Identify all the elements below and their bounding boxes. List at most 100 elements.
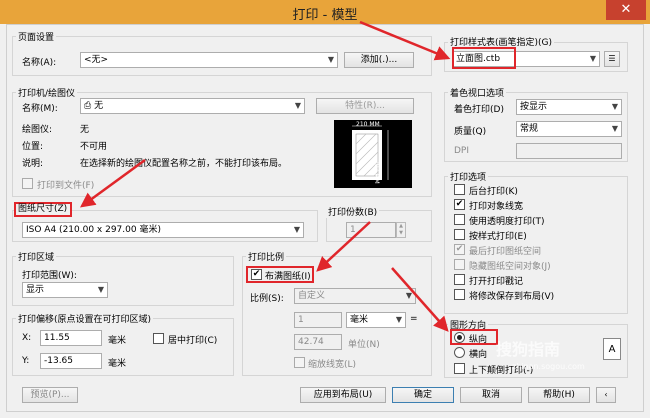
portrait-label: 纵向 [469,335,488,345]
plot-option-label: 将修改保存到布局(V) [469,292,555,302]
offset-y-unit: 毫米 [108,359,127,369]
printer-icon: ⎙ [84,101,92,111]
style-table-highlight [452,47,516,69]
shade-plot-select[interactable]: 按显示 ▼ [516,99,622,115]
orientation-preview-icon: A [603,338,621,360]
scale-unit-value: 毫米 [350,315,369,325]
edit-style-button[interactable]: ☰ [604,51,620,67]
plot-option-checkbox[interactable] [454,259,465,270]
plot-option-checkbox[interactable]: ✔ [454,199,465,210]
landscape-radio[interactable] [454,347,465,358]
fit-to-paper-label: 布满图纸(I) [265,272,311,282]
add-button[interactable]: 添加(.)... [344,52,414,68]
scale-value: 自定义 [298,291,326,301]
fit-to-paper-checkbox[interactable]: ✔ [251,269,262,280]
chevron-down-icon: ▼ [611,124,618,133]
plot-option-label: 打印对象线宽 [469,202,524,212]
cancel-button[interactable]: 取消 [460,387,522,403]
offset-x-input[interactable]: 11.55 [40,330,102,346]
collapse-button[interactable]: ‹ [596,387,616,403]
preview-button[interactable]: 预览(P)... [22,387,78,403]
chevron-left-icon: ‹ [604,390,608,399]
offset-y-input[interactable]: -13.65 [40,353,102,369]
preview-width-label: 210 MM [356,121,380,128]
copies-input[interactable]: 1 [346,222,396,238]
location-value: 不可用 [80,142,108,152]
close-button[interactable]: ✕ [606,0,646,20]
plot-option-label: 按样式打印(E) [469,232,527,242]
watermark-url: zhinan.sogou.com [512,362,585,371]
plot-option-label: 打开打印戳记 [469,277,524,287]
plot-scale-legend: 打印比例 [246,250,287,263]
quality-value: 常规 [520,124,539,134]
units-label: 单位(N) [348,340,380,350]
scale-unit-select[interactable]: 毫米 ▼ [346,312,406,328]
ok-button[interactable]: 确定 [392,387,454,403]
help-button[interactable]: 帮助(H) [528,387,590,403]
chevron-down-icon: ▼ [293,225,300,234]
plot-options-legend: 打印选项 [448,170,489,183]
plot-option-checkbox[interactable] [454,214,465,225]
properties-button[interactable]: 特性(R)... [316,98,414,114]
paper-size-value: ISO A4 (210.00 x 297.00 毫米) [26,225,161,235]
plotter-label: 绘图仪: [22,125,53,135]
chevron-down-icon: ▼ [294,101,301,110]
scale-label: 比例(S): [250,294,284,304]
scale-input-2[interactable]: 42.74 [294,334,342,350]
copies-legend: 打印份数(B) [326,205,380,218]
equals-sign: = [410,314,418,324]
offset-x-label: X: [22,333,32,343]
printer-legend: 打印机/绘图仪 [16,86,78,99]
center-plot-checkbox[interactable] [153,333,164,344]
center-plot-label: 居中打印(C) [168,336,218,346]
apply-to-layout-button[interactable]: 应用到布局(U) [300,387,386,403]
plot-option-checkbox[interactable] [454,274,465,285]
dpi-input[interactable] [516,143,622,159]
paper-size-select[interactable]: ISO A4 (210.00 x 297.00 毫米) ▼ [22,222,304,238]
shaded-legend: 着色视口选项 [448,86,507,99]
plot-option-label: 隐藏图纸空间对象(J) [469,262,551,272]
quality-select[interactable]: 常规 ▼ [516,121,622,137]
offset-y-label: Y: [22,356,30,366]
chevron-down-icon: ▼ [611,102,618,111]
plot-option-checkbox[interactable]: ✔ [454,244,465,255]
plot-range-select[interactable]: 显示 ▼ [22,282,108,298]
paper-size-legend: 图纸尺寸(Z) [14,202,72,217]
scale-input-1[interactable]: 1 [294,312,342,328]
printer-select[interactable]: ⎙ 无 ▼ [80,98,305,114]
plot-range-label: 打印范围(W): [22,271,77,281]
print-to-file-label: 打印到文件(F) [37,181,95,191]
printer-value: 无 [94,101,104,111]
plot-option-checkbox[interactable] [454,229,465,240]
location-label: 位置: [22,142,44,152]
edit-table-icon: ☰ [608,54,616,63]
page-setup-legend: 页面设置 [16,30,57,43]
scale-lineweights-label: 缩放线宽(L) [308,360,357,370]
shade-plot-label: 着色打印(D) [454,105,504,115]
plot-option-label: 最后打印图纸空间 [469,247,542,257]
offset-x-unit: 毫米 [108,336,127,346]
portrait-radio[interactable] [454,332,465,343]
plot-range-value: 显示 [26,285,45,295]
page-setup-value: <无> [84,55,109,65]
description-value: 在选择新的绘图仪配置名称之前，不能打印该布局。 [80,159,288,169]
plot-option-label: 使用透明度打印(T) [469,217,545,227]
plot-option-label: 后台打印(K) [469,187,518,197]
chevron-down-icon: ▼ [395,315,402,324]
scale-lineweights-checkbox[interactable] [294,357,305,368]
upside-down-checkbox[interactable] [454,363,465,374]
page-setup-name-label: 名称(A): [22,58,57,68]
chevron-down-icon: ▼ [327,55,334,64]
dpi-label: DPI [454,146,470,156]
chevron-down-icon: ▼ [405,291,412,300]
plot-area-group [12,256,234,306]
copies-spinner[interactable]: ▲ ▼ [396,222,406,238]
plot-offset-legend: 打印偏移(原点设置在可打印区域) [16,312,154,325]
preview-height-label: 297 MM [373,160,380,184]
window-title: 打印 - 模型 [292,8,358,23]
print-to-file-checkbox[interactable] [22,178,33,189]
page-setup-select[interactable]: <无> ▼ [80,52,338,68]
scale-select[interactable]: 自定义 ▼ [294,288,416,304]
plot-option-checkbox[interactable] [454,184,465,195]
plot-option-checkbox[interactable] [454,289,465,300]
